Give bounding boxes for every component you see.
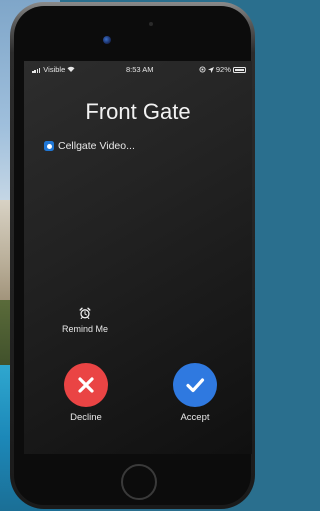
location-icon	[207, 67, 214, 73]
accept-button[interactable]	[173, 363, 217, 407]
proximity-sensor	[149, 22, 153, 26]
status-bar: Visible 8:53 AM 92%	[24, 61, 252, 77]
battery-percent: 92%	[215, 65, 231, 74]
decline-label: Decline	[70, 412, 102, 423]
app-label: Cellgate Video...	[58, 140, 135, 152]
wifi-icon	[67, 66, 75, 72]
remind-me-button[interactable]: Remind Me	[60, 307, 110, 334]
app-attribution: Cellgate Video...	[44, 140, 135, 152]
accept-label: Accept	[180, 412, 210, 423]
remind-me-label: Remind Me	[61, 324, 108, 334]
carrier-name: Visible	[43, 65, 66, 74]
caller-name: Front Gate	[85, 99, 191, 124]
orientation-lock-icon	[199, 66, 206, 73]
front-camera	[103, 36, 111, 44]
x-icon	[78, 377, 94, 393]
status-time: 8:53 AM	[126, 65, 154, 74]
alarm-clock-icon	[79, 307, 91, 319]
checkmark-icon	[186, 378, 205, 393]
battery-icon	[233, 67, 246, 73]
status-right: 92%	[199, 65, 246, 74]
status-left: Visible	[32, 65, 75, 75]
home-button[interactable]	[121, 464, 157, 500]
decline-button[interactable]	[64, 363, 108, 407]
signal-icon	[32, 66, 41, 75]
cellgate-app-icon	[44, 141, 54, 151]
incoming-call-screen: Visible 8:53 AM 92% Front Gate Cellgate …	[24, 61, 252, 454]
